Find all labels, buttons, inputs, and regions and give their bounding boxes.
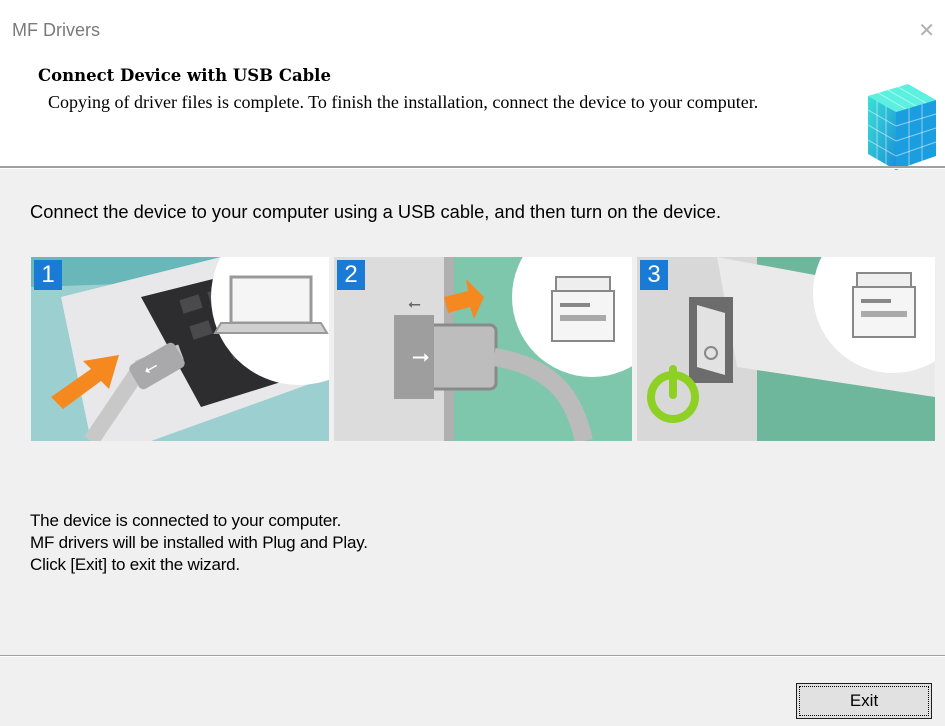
instruction-text: Connect the device to your computer usin… [30, 201, 722, 222]
wizard-header: Connect Device with USB Cable Copying of… [0, 50, 945, 170]
status-message: The device is connected to your computer… [30, 510, 368, 576]
step-1-number: 1 [34, 260, 62, 290]
step-3-number: 3 [640, 260, 668, 290]
svg-text:⭢: ⭢ [412, 344, 430, 369]
status-line-1: The device is connected to your computer… [30, 511, 342, 530]
page-title: Connect Device with USB Cable [38, 66, 331, 85]
close-icon[interactable]: ✕ [918, 18, 935, 43]
installer-cube-icon [867, 84, 937, 170]
step-2-number: 2 [337, 260, 365, 290]
header-separator [0, 166, 945, 169]
step-1-illustration: ⭠ 1 [31, 257, 329, 441]
step-3-illustration: 3 [637, 257, 935, 441]
footer-separator [0, 655, 945, 657]
exit-button[interactable]: Exit [796, 683, 932, 719]
step-2-illustration: ⭢ ⭠ 2 [334, 257, 632, 441]
background-window-strip [0, 0, 945, 8]
svg-text:⭠: ⭠ [408, 294, 421, 313]
window-title: MF Drivers [12, 20, 100, 40]
status-line-2: MF drivers will be installed with Plug a… [30, 533, 368, 552]
status-line-3: Click [Exit] to exit the wizard. [30, 555, 240, 574]
page-subtitle: Copying of driver files is complete. To … [48, 92, 759, 112]
title-bar: MF Drivers ✕ [0, 8, 945, 50]
exit-button-label: Exit [799, 686, 929, 716]
